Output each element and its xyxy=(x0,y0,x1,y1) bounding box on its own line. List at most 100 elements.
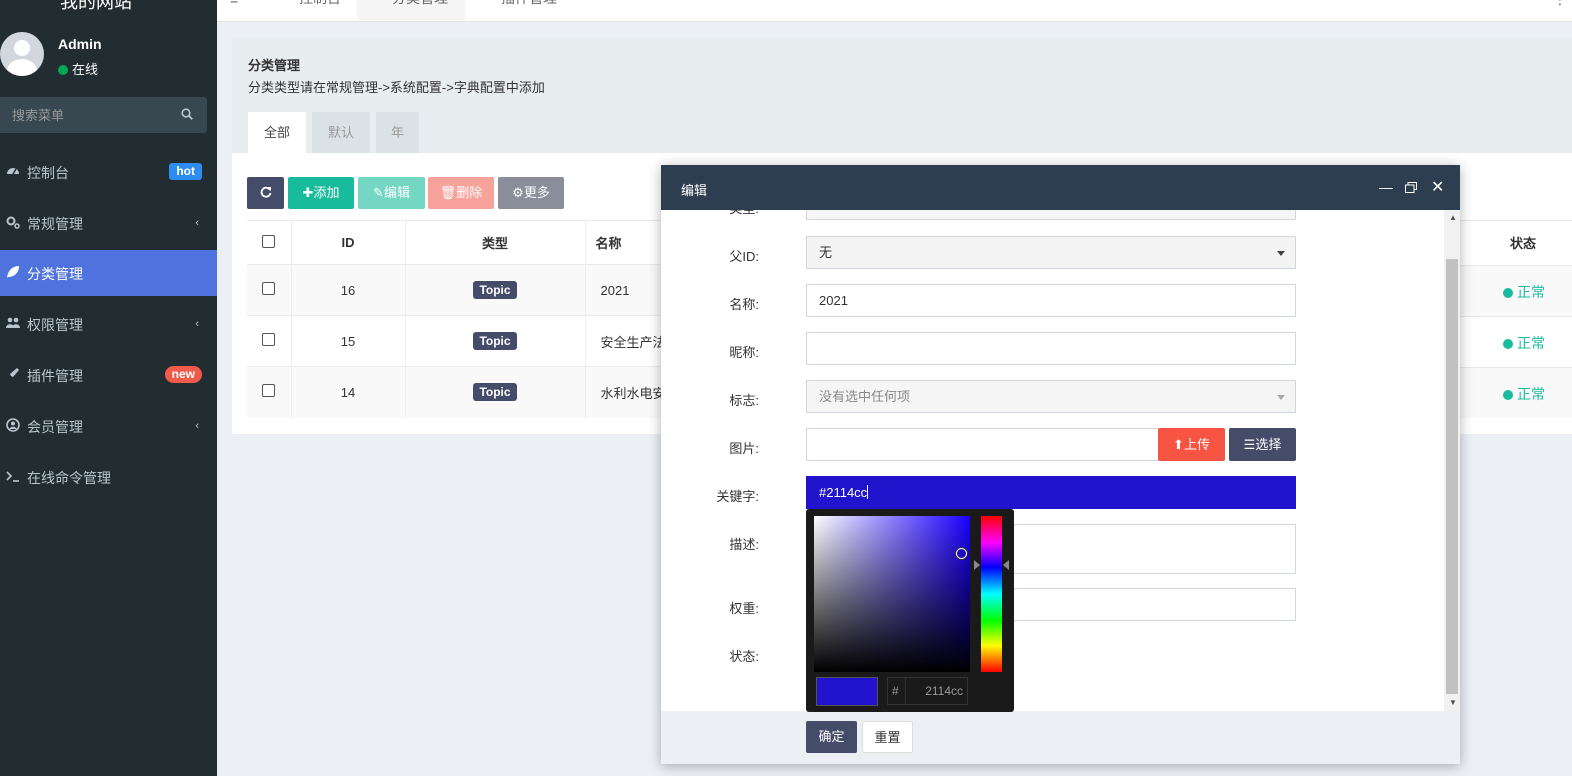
pid-select[interactable]: 无 xyxy=(806,236,1296,269)
tab-category[interactable]: 分类管理 xyxy=(357,0,465,20)
caret-down-icon xyxy=(1277,251,1285,256)
table-row[interactable]: 16 Topic 2021 xyxy=(247,264,666,316)
edit-button[interactable]: ✎编辑 xyxy=(358,177,425,209)
keywords-value: #2114cc xyxy=(819,485,868,500)
upload-label: 上传 xyxy=(1183,437,1210,452)
label-description: 描述: xyxy=(729,537,759,552)
sidebar-item-plugin[interactable]: 插件管理 new xyxy=(0,352,217,398)
user-name: Admin xyxy=(58,36,102,52)
status-cell: 正常 xyxy=(1503,282,1572,302)
terminal-icon xyxy=(6,471,19,482)
cell-type: Topic xyxy=(405,366,586,418)
sidebar-item-category[interactable]: 分类管理 xyxy=(0,250,217,296)
minimize-icon[interactable]: — xyxy=(1379,179,1393,195)
choose-button[interactable]: ☰选择 xyxy=(1229,428,1296,461)
sidebar-item-dashboard[interactable]: 控制台 hot xyxy=(0,149,217,195)
sidebar-item-member[interactable]: 会员管理 ‹ xyxy=(0,403,217,449)
delete-button[interactable]: 🗑删除 xyxy=(428,177,494,209)
label-weigh: 权重: xyxy=(729,601,759,616)
table-row[interactable]: 15 Topic 安全生产法 xyxy=(247,315,666,367)
sidebar-item-label: 插件管理 xyxy=(27,368,83,384)
label-pid: 父ID: xyxy=(729,249,759,264)
close-icon[interactable]: ✕ xyxy=(1431,177,1444,197)
row-select-cell xyxy=(247,264,292,316)
saturation-value-area[interactable] xyxy=(814,516,970,672)
list-icon: ☰ xyxy=(1243,437,1256,452)
status-dot-icon xyxy=(1503,339,1513,349)
color-swatch xyxy=(816,677,878,706)
tab-plugin[interactable]: 插件管理 xyxy=(479,0,569,20)
row-checkbox[interactable] xyxy=(262,384,276,398)
flag-select[interactable]: 没有选中任何项 xyxy=(806,380,1296,413)
hex-input[interactable]: # 2114cc xyxy=(887,677,968,705)
scroll-up-icon[interactable]: ▲ xyxy=(1449,213,1457,222)
row-checkbox[interactable] xyxy=(262,333,276,346)
scroll-down-icon[interactable]: ▼ xyxy=(1449,698,1457,707)
scroll-thumb[interactable] xyxy=(1446,259,1458,694)
type-badge: Topic xyxy=(473,383,517,402)
dialog-scrollbar[interactable]: ▲ ▼ xyxy=(1444,210,1460,711)
select-all-checkbox[interactable] xyxy=(262,234,276,248)
cell-name: 安全生产法 xyxy=(585,315,666,367)
online-dot-icon xyxy=(58,65,68,75)
row-select-cell xyxy=(247,366,292,418)
tab-all[interactable]: 全部 xyxy=(248,112,306,153)
col-name[interactable]: 名称 xyxy=(585,220,666,265)
user-circle-icon xyxy=(6,418,20,432)
text-cursor xyxy=(867,485,869,499)
row-checkbox[interactable] xyxy=(262,282,276,295)
fullscreen-icon[interactable]: ⋮ xyxy=(1553,0,1567,21)
edit-label: 编辑 xyxy=(383,185,410,200)
cogs-icon xyxy=(6,216,20,229)
avatar xyxy=(0,32,44,76)
new-badge: new xyxy=(164,366,202,383)
add-button[interactable]: ✚添加 xyxy=(288,177,354,209)
sidebar-item-command[interactable]: 在线命令管理 xyxy=(0,454,217,500)
maximize-icon[interactable] xyxy=(1405,180,1417,196)
more-button[interactable]: ⚙更多 xyxy=(498,177,564,209)
hue-slider[interactable] xyxy=(981,516,1002,672)
nickname-input[interactable] xyxy=(806,332,1296,365)
refresh-button[interactable] xyxy=(247,177,284,209)
label-image: 图片: xyxy=(729,441,759,456)
add-label: 添加 xyxy=(313,185,340,200)
hex-hash: # xyxy=(892,684,899,698)
image-input[interactable] xyxy=(806,428,1159,461)
hue-arrow-right-icon xyxy=(1003,560,1009,570)
tab-year[interactable]: 年 xyxy=(376,112,419,153)
table-row[interactable]: 14 Topic 水利水电安 xyxy=(247,366,666,418)
rocket-icon xyxy=(8,368,19,379)
sv-cursor[interactable] xyxy=(956,548,967,559)
keywords-color-input[interactable]: #2114cc xyxy=(806,476,1296,509)
sidebar-item-permission[interactable]: 权限管理 ‹ xyxy=(0,301,217,347)
trash-icon: 🗑 xyxy=(439,185,457,200)
menu-toggle-icon[interactable]: ≡ xyxy=(230,0,238,21)
name-input[interactable]: 2021 xyxy=(806,284,1296,317)
tab-default[interactable]: 默认 xyxy=(312,112,370,153)
col-status[interactable]: 状态 xyxy=(1510,233,1536,252)
cell-type: Topic xyxy=(405,315,586,367)
leaf-icon xyxy=(7,266,19,278)
status-dot-icon xyxy=(1503,288,1513,298)
confirm-button[interactable]: 确定 xyxy=(806,721,857,753)
pencil-icon: ✎ xyxy=(373,185,384,200)
upload-button[interactable]: ⬆上传 xyxy=(1158,428,1225,461)
type-select[interactable] xyxy=(806,210,1296,220)
col-type[interactable]: 类型 xyxy=(405,220,586,265)
label-nickname: 昵称: xyxy=(729,345,759,360)
status-dot-icon xyxy=(1503,390,1513,400)
search-icon[interactable] xyxy=(181,108,193,120)
label-keywords: 关键字: xyxy=(716,489,759,504)
choose-label: 选择 xyxy=(1255,437,1282,452)
hex-value: 2114cc xyxy=(925,684,963,698)
page-title: 分类管理 xyxy=(248,58,301,73)
name-value: 2021 xyxy=(819,293,848,308)
sidebar-item-general[interactable]: 常规管理 ‹ xyxy=(0,200,217,246)
reset-button[interactable]: 重置 xyxy=(862,721,913,753)
gear-icon: ⚙ xyxy=(512,185,524,200)
caret-down-icon xyxy=(1277,395,1285,400)
label-flag: 标志: xyxy=(729,393,759,408)
tab-dashboard[interactable]: 控制台 xyxy=(277,0,352,20)
menu-search-input[interactable] xyxy=(0,97,170,133)
col-id[interactable]: ID xyxy=(291,220,406,265)
